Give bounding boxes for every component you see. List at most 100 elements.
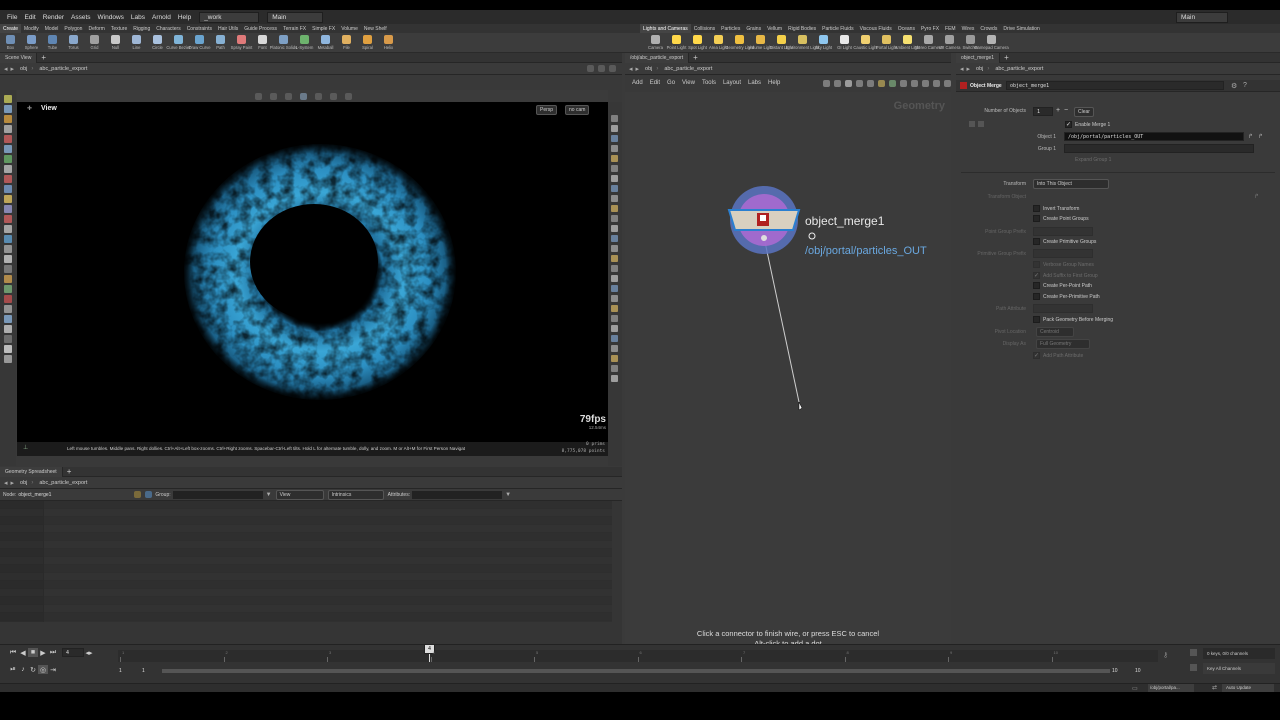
display-option-icon[interactable] [611,295,618,302]
display-option-icon[interactable] [611,215,618,222]
menu-render[interactable]: Render [43,14,64,21]
display-option-icon[interactable] [611,195,618,202]
table-row[interactable] [0,589,612,597]
output-connector-icon[interactable] [761,235,767,241]
display-option-icon[interactable] [611,185,618,192]
breadcrumb-node[interactable]: abc_particle_export [664,66,712,72]
shelf-tool-button[interactable]: Sphere [21,33,42,50]
shelf-tool-button[interactable]: Torus [63,33,84,50]
table-row[interactable] [0,541,612,549]
display-as-dropdown[interactable]: Full Geometry [1036,339,1090,349]
network-menu-item[interactable]: Help [768,80,780,86]
viewport-tool-icon[interactable] [4,135,12,143]
viewport-3d[interactable]: ✚ View Persp no cam 79fps 12.54ms ⊥ Left… [17,102,608,456]
shelf-tool-button[interactable]: Sky Light [813,33,834,50]
display-option-icon[interactable] [611,355,618,362]
display-icon[interactable] [300,93,307,100]
menu-assets[interactable]: Assets [71,14,91,21]
pin-icon[interactable] [587,65,594,72]
move-up-icon[interactable] [969,121,975,127]
display-option-icon[interactable] [611,165,618,172]
display-option-icon[interactable] [611,175,618,182]
back-icon[interactable]: ◂ [4,65,8,73]
shelf-tab[interactable]: Grains [743,24,764,33]
shelf-tab[interactable]: Crowds [977,24,1000,33]
settings-icon[interactable]: ◎ [38,665,48,674]
shelf-tab[interactable]: Model [42,24,62,33]
play-icon[interactable]: ▶ [38,648,48,657]
shelf-tool-button[interactable]: Geometry Light [725,33,754,50]
back-icon[interactable]: ◂ [960,65,964,73]
network-menu-item[interactable]: Labs [748,80,761,86]
shelf-tab[interactable]: Collisions [691,24,718,33]
table-row[interactable] [0,581,612,589]
shelf-tab[interactable]: Guide Process [241,24,280,33]
link-icon[interactable] [598,65,605,72]
node-name[interactable]: object_merge1 [805,214,884,228]
shelf-tool-button[interactable]: Spray Paint [231,33,252,50]
key-all-channels-button[interactable]: Key All Channels [1203,663,1275,674]
frame-icon[interactable] [285,93,292,100]
viewport-tool-icon[interactable] [4,275,12,283]
verbose-group-names-checkbox[interactable] [1033,261,1040,268]
table-row[interactable] [0,557,612,565]
create-per-primitive-path-checkbox[interactable] [1033,293,1040,300]
shelf-tab[interactable]: Oceans [895,24,918,33]
range-icon[interactable]: ⇥ [48,665,58,674]
display-option-icon[interactable] [611,115,618,122]
object1-field[interactable]: /obj/portal/particles_OUT [1064,132,1244,141]
shelf-tab[interactable]: Drive Simulation [1000,24,1042,33]
shelf-tab[interactable]: Deform [85,24,107,33]
shelf-tool-button[interactable]: Spot Light [687,33,708,50]
group1-field[interactable] [1064,144,1254,153]
shelf-tab[interactable]: Rigid Bodies [785,24,819,33]
shelf-tab[interactable]: Hair Utils [215,24,241,33]
display-option-icon[interactable] [611,155,618,162]
network-toolbar-icon[interactable] [834,79,841,87]
shelf-tool-button[interactable]: Camera [645,33,666,50]
shelf-tool-button[interactable]: GI Light [834,33,855,50]
shelf-tool-button[interactable]: Point Light [666,33,687,50]
network-toolbar-icon[interactable] [867,79,874,87]
network-menu-item[interactable]: Layout [723,80,741,86]
filter-icon[interactable]: ▼ [505,492,511,498]
breadcrumb-node[interactable]: abc_particle_export [39,480,87,486]
network-menu-item[interactable]: Edit [650,80,660,86]
viewport-tool-icon[interactable] [4,235,12,243]
shelf-tab[interactable]: Terrain FX [280,24,309,33]
range-end-2[interactable]: 10 [1135,668,1141,674]
transform-dropdown[interactable]: Into This Object [1033,179,1109,189]
range-start-2[interactable]: 1 [142,668,145,674]
key-icon[interactable]: ⚷ [1163,651,1168,659]
remove-object-icon[interactable]: − [1064,107,1068,114]
tab-geometry-spreadsheet[interactable]: Geometry Spreadsheet [0,466,63,477]
display-option-icon[interactable] [611,225,618,232]
add-path-attribute-checkbox[interactable]: ✓ [1033,352,1040,359]
forward-icon[interactable]: ▸ [11,479,15,487]
shelf-tab[interactable]: Wires [959,24,978,33]
forward-icon[interactable]: ▸ [636,65,640,73]
forward-icon[interactable]: ▸ [967,65,971,73]
network-toolbar-icon[interactable] [944,79,951,87]
menu-windows[interactable]: Windows [98,14,124,21]
viewport-tool-icon[interactable] [4,145,12,153]
pin-node-icon[interactable] [134,491,142,498]
display-option-icon[interactable] [611,285,618,292]
breadcrumb-obj[interactable]: obj [20,66,27,72]
loop-icon[interactable]: ↻ [28,665,38,674]
create-point-groups-checkbox[interactable] [1033,215,1040,222]
shelf-tool-button[interactable]: Volume Light [748,33,773,50]
node-chooser-icon[interactable]: ↱ [1258,133,1263,140]
shelf-tool-button[interactable]: Gamepad Camera [974,33,1009,50]
viewport-tool-icon[interactable] [4,315,12,323]
shelf-tab[interactable]: Particle Fluids [819,24,856,33]
create-primitive-groups-checkbox[interactable] [1033,238,1040,245]
display-option-icon[interactable] [611,325,618,332]
shelf-tool-button[interactable]: Metaball [315,33,336,50]
point-group-prefix-field[interactable] [1033,227,1093,236]
shelf-tool-button[interactable]: VR Camera [939,33,960,50]
table-row[interactable] [0,573,612,581]
breadcrumb-obj[interactable]: obj [20,480,27,486]
display-option-icon[interactable] [611,245,618,252]
shelf-tab[interactable]: Volume [338,24,361,33]
